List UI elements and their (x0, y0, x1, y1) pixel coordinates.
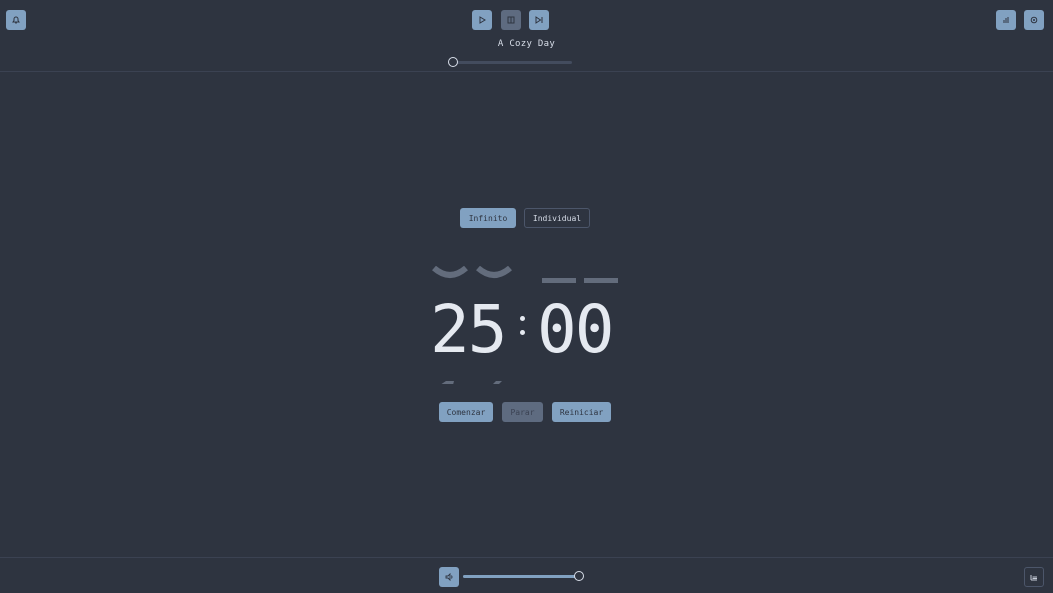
volume-button[interactable] (439, 567, 459, 587)
bell-icon (12, 16, 20, 24)
timer-minutes: 25 (430, 291, 507, 368)
reset-button[interactable]: Reiniciar (552, 402, 611, 422)
skip-forward-button[interactable] (529, 10, 549, 30)
skip-forward-icon (535, 16, 543, 24)
mode-infinite-button[interactable]: Infinito (460, 208, 516, 228)
track-title: A Cozy Day (497, 39, 556, 49)
timer-colon (519, 316, 527, 344)
bottom-bar (0, 557, 1053, 593)
list-icon (1030, 575, 1037, 581)
stop-button[interactable]: Parar (502, 402, 543, 422)
track-progress-slider[interactable] (448, 57, 572, 67)
volume-icon (445, 572, 453, 582)
bell-button[interactable] (6, 10, 26, 30)
play-button[interactable] (472, 10, 492, 30)
volume-fill (463, 575, 578, 578)
mode-single-button[interactable]: Individual (524, 208, 590, 228)
gear-icon (1030, 16, 1038, 24)
queue-button[interactable] (1024, 567, 1044, 587)
volume-knob[interactable] (574, 571, 584, 581)
top-bar: A Cozy Day (0, 0, 1053, 72)
settings-button[interactable] (1024, 10, 1044, 30)
pause-button[interactable] (501, 10, 521, 30)
track-progress-knob[interactable] (448, 57, 458, 67)
timer-previous-digits (432, 266, 622, 284)
timer-next-digits (432, 374, 622, 384)
bar-chart-icon (1003, 17, 1009, 23)
timer-seconds: 00 (537, 291, 614, 368)
volume-slider[interactable] (463, 571, 584, 581)
play-icon (479, 16, 486, 24)
stats-button[interactable] (996, 10, 1016, 30)
start-button[interactable]: Comenzar (439, 402, 493, 422)
pause-icon (507, 16, 515, 24)
